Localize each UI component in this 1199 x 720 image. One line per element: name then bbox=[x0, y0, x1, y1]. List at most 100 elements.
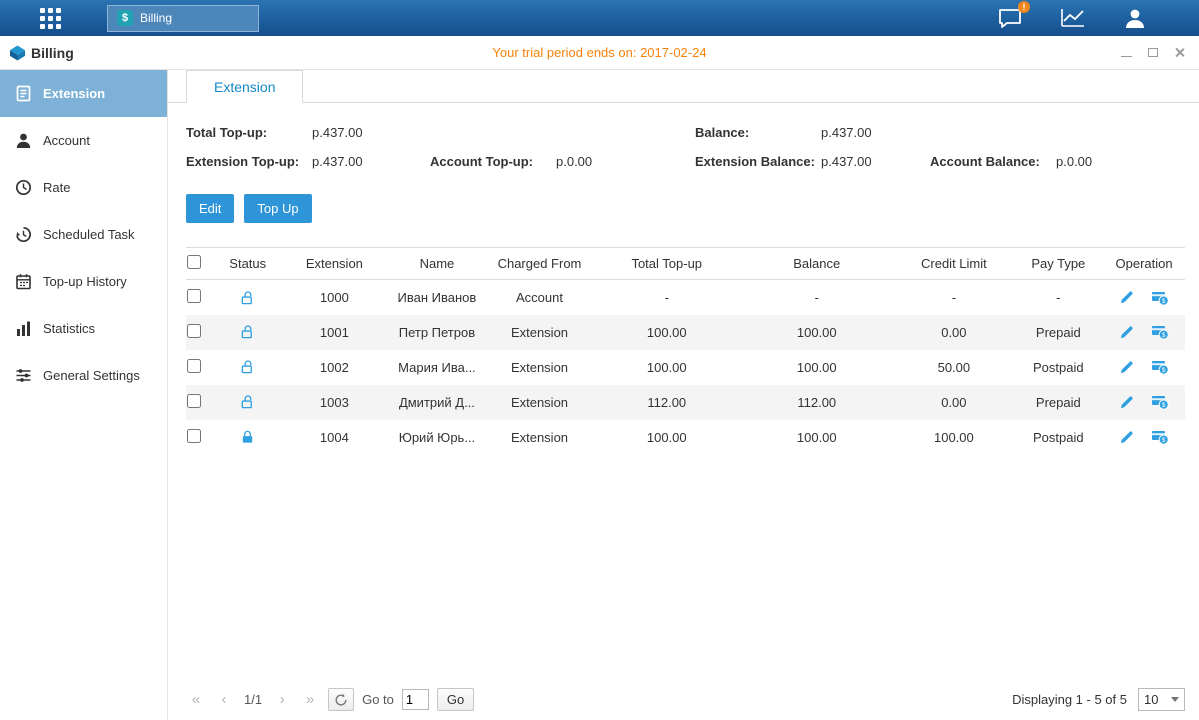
chevron-down-icon bbox=[1171, 697, 1179, 702]
sidebar-item-label: Statistics bbox=[43, 321, 95, 336]
summary-account-balance: Account Balance:p.0.00 bbox=[930, 154, 1185, 169]
summary-extension-balance: Extension Balance:p.437.00 bbox=[695, 154, 930, 169]
sidebar: Extension Account Rate Scheduled Task To… bbox=[0, 70, 168, 720]
cell-pay-type: Postpaid bbox=[1014, 420, 1104, 455]
notifications-icon[interactable]: ! bbox=[997, 7, 1023, 29]
edit-row-icon[interactable] bbox=[1119, 324, 1134, 340]
minimize-icon[interactable] bbox=[1121, 56, 1132, 57]
top-up-row-icon[interactable]: $ bbox=[1151, 394, 1169, 411]
cell-charged-from: Account bbox=[485, 280, 595, 315]
billing-summary: Total Top-up:p.437.00 Balance:p.437.00 E… bbox=[186, 125, 1185, 169]
apps-grid-icon[interactable] bbox=[40, 8, 61, 29]
sidebar-item-label: Extension bbox=[43, 86, 105, 101]
alert-badge: ! bbox=[1018, 1, 1030, 13]
cell-extension: 1001 bbox=[280, 315, 390, 350]
topbar-billing-tab[interactable]: $ Billing bbox=[107, 5, 259, 32]
sidebar-item-account[interactable]: Account bbox=[0, 117, 167, 164]
edit-row-icon[interactable] bbox=[1119, 394, 1134, 410]
sidebar-item-general-settings[interactable]: General Settings bbox=[0, 352, 167, 399]
table-row: 1001 Петр Петров Extension 100.00 100.00… bbox=[186, 315, 1185, 350]
go-button[interactable]: Go bbox=[437, 688, 474, 711]
account-icon bbox=[15, 132, 32, 149]
cell-pay-type: Prepaid bbox=[1014, 385, 1104, 420]
extension-table: Status Extension Name Charged From Total… bbox=[186, 247, 1185, 455]
cell-balance: - bbox=[739, 280, 894, 315]
sidebar-item-label: Rate bbox=[43, 180, 70, 195]
settings-sliders-icon bbox=[15, 367, 32, 384]
svg-text:$: $ bbox=[1162, 367, 1166, 374]
col-credit-limit: Credit Limit bbox=[894, 248, 1013, 280]
top-up-row-icon[interactable]: $ bbox=[1151, 289, 1169, 306]
trial-notice: Your trial period ends on: 2017-02-24 bbox=[0, 45, 1199, 60]
summary-balance: Balance:p.437.00 bbox=[695, 125, 1185, 140]
sidebar-item-topup-history[interactable]: Top-up History bbox=[0, 258, 167, 305]
goto-page-input[interactable] bbox=[402, 689, 429, 710]
sidebar-item-extension[interactable]: Extension bbox=[0, 70, 167, 117]
cell-balance: 112.00 bbox=[739, 385, 894, 420]
user-account-icon[interactable] bbox=[1123, 7, 1147, 29]
cell-pay-type: - bbox=[1014, 280, 1104, 315]
lock-status-icon bbox=[240, 324, 255, 339]
cell-balance: 100.00 bbox=[739, 315, 894, 350]
rate-icon bbox=[15, 179, 32, 196]
extension-icon bbox=[15, 85, 32, 102]
top-up-row-icon[interactable]: $ bbox=[1151, 359, 1169, 376]
table-row: 1003 Дмитрий Д... Extension 112.00 112.0… bbox=[186, 385, 1185, 420]
cell-balance: 100.00 bbox=[739, 350, 894, 385]
row-checkbox[interactable] bbox=[187, 429, 201, 443]
summary-extension-topup: Extension Top-up:p.437.00 bbox=[186, 154, 430, 169]
page-size-value: 10 bbox=[1144, 692, 1158, 707]
cell-credit-limit: 0.00 bbox=[894, 315, 1013, 350]
refresh-icon[interactable] bbox=[328, 688, 354, 711]
top-up-row-icon[interactable]: $ bbox=[1151, 324, 1169, 341]
row-checkbox[interactable] bbox=[187, 359, 201, 373]
sidebar-item-statistics[interactable]: Statistics bbox=[0, 305, 167, 352]
reports-chart-icon[interactable] bbox=[1060, 7, 1086, 29]
edit-row-icon[interactable] bbox=[1119, 289, 1134, 305]
main-content: Extension Total Top-up:p.437.00 Balance:… bbox=[168, 70, 1199, 720]
row-checkbox[interactable] bbox=[187, 324, 201, 338]
edit-button[interactable]: Edit bbox=[186, 194, 234, 223]
tab-extension[interactable]: Extension bbox=[186, 70, 303, 103]
lock-status-icon bbox=[240, 429, 255, 444]
col-total-topup: Total Top-up bbox=[594, 248, 739, 280]
top-up-row-icon[interactable]: $ bbox=[1151, 429, 1169, 446]
sidebar-item-label: Top-up History bbox=[43, 274, 127, 289]
cell-charged-from: Extension bbox=[485, 350, 595, 385]
cell-extension: 1003 bbox=[280, 385, 390, 420]
first-page-icon[interactable]: « bbox=[186, 691, 206, 708]
sidebar-item-label: General Settings bbox=[43, 368, 140, 383]
dollar-icon: $ bbox=[117, 10, 133, 26]
statistics-icon bbox=[15, 320, 32, 337]
cell-total-topup: - bbox=[594, 280, 739, 315]
cell-total-topup: 100.00 bbox=[594, 315, 739, 350]
cell-credit-limit: - bbox=[894, 280, 1013, 315]
col-extension: Extension bbox=[280, 248, 390, 280]
row-checkbox[interactable] bbox=[187, 394, 201, 408]
sidebar-item-scheduled-task[interactable]: Scheduled Task bbox=[0, 211, 167, 258]
cell-name: Дмитрий Д... bbox=[389, 385, 485, 420]
billing-app-icon bbox=[10, 45, 25, 61]
calendar-icon bbox=[15, 273, 32, 290]
next-page-icon[interactable]: › bbox=[272, 691, 292, 708]
cell-charged-from: Extension bbox=[485, 315, 595, 350]
maximize-icon[interactable] bbox=[1148, 48, 1158, 57]
cell-balance: 100.00 bbox=[739, 420, 894, 455]
row-checkbox[interactable] bbox=[187, 289, 201, 303]
cell-charged-from: Extension bbox=[485, 420, 595, 455]
sidebar-item-rate[interactable]: Rate bbox=[0, 164, 167, 211]
table-row: 1004 Юрий Юрь... Extension 100.00 100.00… bbox=[186, 420, 1185, 455]
pagination-bar: « ‹ 1/1 › » Go to Go Displaying 1 - 5 of… bbox=[186, 688, 1185, 711]
edit-row-icon[interactable] bbox=[1119, 429, 1134, 445]
select-all-checkbox[interactable] bbox=[187, 255, 201, 269]
page-indicator: 1/1 bbox=[244, 692, 262, 707]
page-size-select[interactable]: 10 bbox=[1138, 688, 1185, 711]
last-page-icon[interactable]: » bbox=[300, 691, 320, 708]
prev-page-icon[interactable]: ‹ bbox=[214, 691, 234, 708]
edit-row-icon[interactable] bbox=[1119, 359, 1134, 375]
top-up-button[interactable]: Top Up bbox=[244, 194, 311, 223]
svg-text:$: $ bbox=[1162, 437, 1166, 444]
cell-extension: 1002 bbox=[280, 350, 390, 385]
close-icon[interactable] bbox=[1174, 47, 1185, 58]
cell-credit-limit: 0.00 bbox=[894, 385, 1013, 420]
